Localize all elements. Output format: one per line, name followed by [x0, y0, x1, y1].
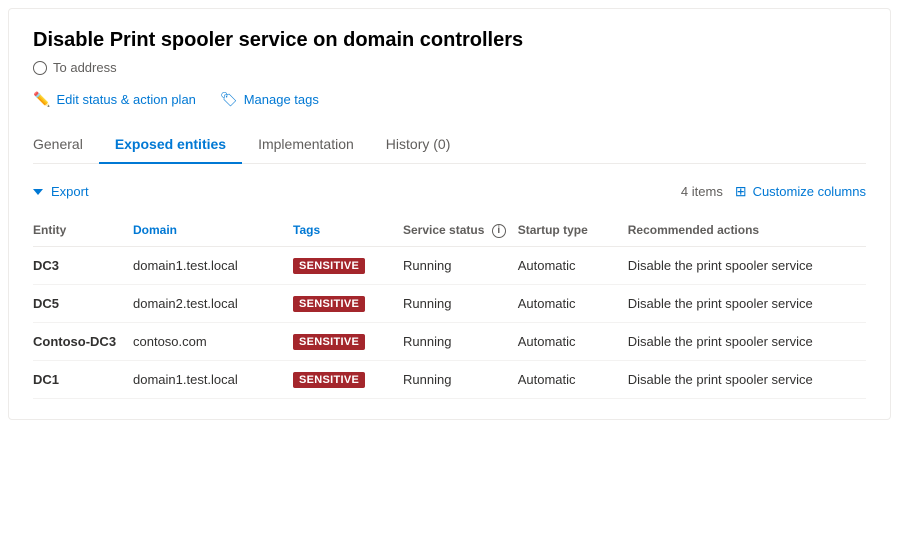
tab-implementation[interactable]: Implementation	[242, 128, 370, 164]
service-status-info-icon[interactable]: i	[492, 224, 506, 238]
edit-status-label: Edit status & action plan	[56, 92, 195, 107]
table-row: Contoso-DC3 contoso.com SENSITIVE Runnin…	[33, 322, 866, 360]
cell-recommended-action-1: Disable the print spooler service	[628, 284, 866, 322]
col-header-tags[interactable]: Tags	[293, 215, 403, 246]
pencil-icon: ✏️	[33, 91, 50, 108]
cell-tags-0: SENSITIVE	[293, 246, 403, 284]
col-header-domain[interactable]: Domain	[133, 215, 293, 246]
col-header-startup-type: Startup type	[518, 215, 628, 246]
cell-service-status-0: Running	[403, 246, 518, 284]
actions-row: ✏️ Edit status & action plan 🏷 Manage ta…	[33, 91, 866, 108]
col-header-service-status: Service status i	[403, 215, 518, 246]
columns-icon: ⊞	[735, 183, 747, 200]
cell-tags-1: SENSITIVE	[293, 284, 403, 322]
customize-columns-label: Customize columns	[753, 184, 866, 199]
cell-domain-1: domain2.test.local	[133, 284, 293, 322]
cell-recommended-action-0: Disable the print spooler service	[628, 246, 866, 284]
sensitive-badge-3: SENSITIVE	[293, 372, 365, 388]
table-row: DC3 domain1.test.local SENSITIVE Running…	[33, 246, 866, 284]
toolbar-right: 4 items ⊞ Customize columns	[681, 183, 866, 200]
col-header-recommended-actions: Recommended actions	[628, 215, 866, 246]
sensitive-badge-1: SENSITIVE	[293, 296, 365, 312]
export-down-arrow-icon	[33, 189, 43, 195]
cell-startup-type-0: Automatic	[518, 246, 628, 284]
tab-general[interactable]: General	[33, 128, 99, 164]
table-toolbar: Export 4 items ⊞ Customize columns	[33, 180, 866, 203]
domain-sort-label: Domain	[133, 223, 177, 237]
items-count: 4 items	[681, 184, 723, 199]
cell-entity-3: DC1	[33, 360, 133, 398]
cell-recommended-action-3: Disable the print spooler service	[628, 360, 866, 398]
table-row: DC1 domain1.test.local SENSITIVE Running…	[33, 360, 866, 398]
tabs-bar: General Exposed entities Implementation …	[33, 128, 866, 164]
tag-icon: 🏷	[220, 91, 238, 108]
entities-table: Entity Domain Tags Service status i Star…	[33, 215, 866, 399]
customize-columns-button[interactable]: ⊞ Customize columns	[735, 183, 866, 200]
tags-sort-label: Tags	[293, 223, 320, 237]
sensitive-badge-2: SENSITIVE	[293, 334, 365, 350]
cell-startup-type-2: Automatic	[518, 322, 628, 360]
cell-recommended-action-2: Disable the print spooler service	[628, 322, 866, 360]
table-header: Entity Domain Tags Service status i Star…	[33, 215, 866, 246]
tab-exposed-entities[interactable]: Exposed entities	[99, 128, 242, 164]
cell-service-status-3: Running	[403, 360, 518, 398]
cell-startup-type-3: Automatic	[518, 360, 628, 398]
export-button[interactable]: Export	[33, 180, 89, 203]
sensitive-badge-0: SENSITIVE	[293, 258, 365, 274]
cell-entity-1: DC5	[33, 284, 133, 322]
cell-startup-type-1: Automatic	[518, 284, 628, 322]
tab-history[interactable]: History (0)	[370, 128, 467, 164]
cell-domain-3: domain1.test.local	[133, 360, 293, 398]
cell-service-status-1: Running	[403, 284, 518, 322]
status-label: To address	[53, 60, 117, 75]
col-header-entity: Entity	[33, 215, 133, 246]
page-title: Disable Print spooler service on domain …	[33, 29, 866, 52]
manage-tags-link[interactable]: 🏷 Manage tags	[220, 91, 319, 108]
cell-tags-2: SENSITIVE	[293, 322, 403, 360]
table-body: DC3 domain1.test.local SENSITIVE Running…	[33, 246, 866, 398]
table-row: DC5 domain2.test.local SENSITIVE Running…	[33, 284, 866, 322]
export-label: Export	[51, 184, 89, 199]
cell-domain-0: domain1.test.local	[133, 246, 293, 284]
service-status-label: Service status	[403, 223, 484, 237]
cell-entity-2: Contoso-DC3	[33, 322, 133, 360]
cell-domain-2: contoso.com	[133, 322, 293, 360]
status-circle-icon	[33, 61, 47, 75]
edit-status-link[interactable]: ✏️ Edit status & action plan	[33, 91, 196, 108]
status-row: To address	[33, 60, 866, 75]
cell-tags-3: SENSITIVE	[293, 360, 403, 398]
cell-service-status-2: Running	[403, 322, 518, 360]
manage-tags-label: Manage tags	[244, 92, 319, 107]
cell-entity-0: DC3	[33, 246, 133, 284]
